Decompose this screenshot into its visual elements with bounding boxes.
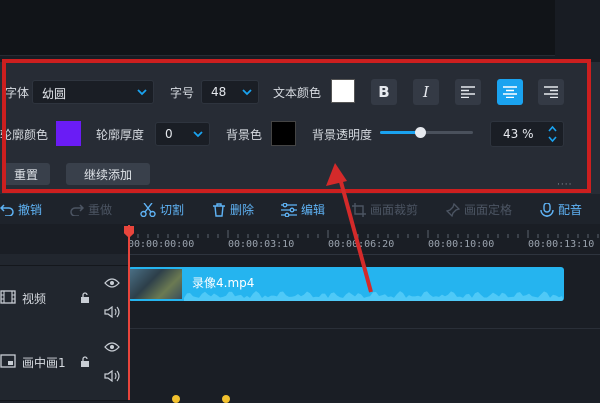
pin-icon <box>446 202 460 217</box>
tick-label: 00:00:03:10 <box>228 239 295 250</box>
freeze-frame-button[interactable]: 画面定格 <box>446 201 512 218</box>
redo-button[interactable]: 重做 <box>70 201 112 218</box>
video-track-header: 视频 <box>0 265 128 329</box>
video-preview-area <box>0 0 600 62</box>
eye-icon[interactable] <box>104 278 120 288</box>
lock-icon[interactable] <box>80 356 90 367</box>
delete-label: 删除 <box>230 203 255 217</box>
pip-track-name: 画中画1 <box>22 356 66 370</box>
dub-button[interactable]: 配音 <box>540 201 582 218</box>
preview-canvas <box>0 0 555 56</box>
pip-track-header: 画中画1 <box>0 328 128 401</box>
speaker-icon[interactable] <box>104 306 120 318</box>
edit-label: 编辑 <box>301 203 326 217</box>
delete-button[interactable]: 删除 <box>212 201 254 218</box>
pip-icon <box>0 354 16 368</box>
redo-label: 重做 <box>88 203 113 217</box>
video-track-name: 视频 <box>22 292 47 306</box>
trash-icon <box>213 202 225 217</box>
time-ruler[interactable]: 00:00:00:00 00:00:03:10 00:00:06:20 00:0… <box>128 230 600 254</box>
film-icon <box>0 290 16 304</box>
eye-icon[interactable] <box>104 342 120 352</box>
undo-icon <box>0 203 14 216</box>
crop-button[interactable]: 画面裁剪 <box>352 201 418 218</box>
tick-label: 00:00:00:00 <box>128 239 195 250</box>
video-clip[interactable]: 录像4.mp4 <box>128 267 564 301</box>
tick-label: 00:00:10:00 <box>428 239 495 250</box>
cut-button[interactable]: 切割 <box>140 201 184 218</box>
undo-button[interactable]: 撤销 <box>0 201 42 218</box>
keyframe-marker[interactable] <box>222 395 230 403</box>
track-divider <box>128 328 600 329</box>
tick-label: 00:00:13:10 <box>528 239 595 250</box>
crop-label: 画面裁剪 <box>370 203 419 217</box>
ruler-divider <box>128 254 600 255</box>
highlight-box <box>2 59 591 193</box>
sliders-icon <box>281 202 297 217</box>
scissors-icon <box>140 202 156 217</box>
cut-label: 切割 <box>160 203 185 217</box>
keyframe-marker[interactable] <box>172 395 180 403</box>
microphone-icon <box>540 202 554 217</box>
redo-icon <box>70 203 84 216</box>
tick-label: 00:00:06:20 <box>328 239 395 250</box>
audio-waveform <box>184 291 564 301</box>
clip-thumbnail <box>130 269 182 299</box>
edit-button[interactable]: 编辑 <box>281 201 325 218</box>
undo-label: 撤销 <box>18 203 43 217</box>
playhead-line[interactable] <box>128 225 130 400</box>
lock-icon[interactable] <box>80 292 90 303</box>
speaker-icon[interactable] <box>104 370 120 382</box>
dub-label: 配音 <box>558 203 583 217</box>
freeze-frame-label: 画面定格 <box>464 203 513 217</box>
crop-icon <box>352 202 366 217</box>
